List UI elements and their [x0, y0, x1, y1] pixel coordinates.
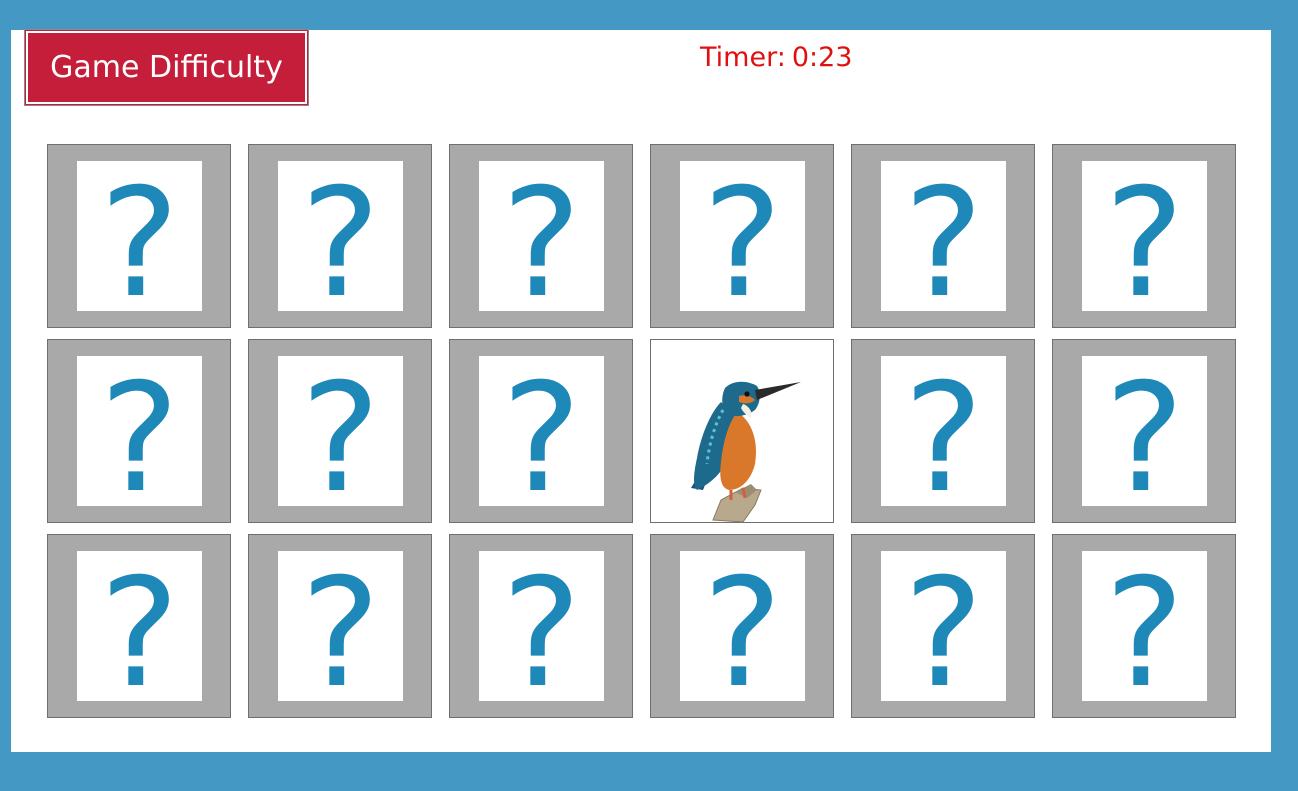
memory-card-hidden[interactable]: ? — [248, 144, 432, 328]
timer-value: 0:23 — [791, 42, 853, 73]
memory-card-hidden[interactable]: ? — [449, 339, 633, 523]
card-face: ? — [881, 161, 1006, 311]
question-mark-icon: ? — [1104, 356, 1185, 506]
memory-card-hidden[interactable]: ? — [1052, 144, 1236, 328]
question-mark-icon: ? — [903, 161, 984, 311]
memory-card-hidden[interactable]: ? — [47, 534, 231, 718]
question-mark-icon: ? — [99, 356, 180, 506]
card-face: ? — [479, 161, 604, 311]
card-face: ? — [278, 356, 403, 506]
memory-card-hidden[interactable]: ? — [650, 144, 834, 328]
memory-card-hidden[interactable]: ? — [449, 144, 633, 328]
card-face: ? — [1082, 356, 1207, 506]
card-face: ? — [680, 551, 805, 701]
card-face: ? — [278, 161, 403, 311]
memory-card-hidden[interactable]: ? — [1052, 339, 1236, 523]
game-difficulty-button[interactable]: Game Difficulty — [24, 29, 309, 106]
question-mark-icon: ? — [702, 161, 783, 311]
memory-card-hidden[interactable]: ? — [47, 144, 231, 328]
card-face: ? — [77, 356, 202, 506]
question-mark-icon: ? — [99, 161, 180, 311]
question-mark-icon: ? — [702, 551, 783, 701]
card-face: ? — [1082, 161, 1207, 311]
memory-card-hidden[interactable]: ? — [851, 339, 1035, 523]
timer: Timer: 0:23 — [700, 42, 852, 73]
memory-card-hidden[interactable]: ? — [650, 534, 834, 718]
memory-card-revealed[interactable] — [650, 339, 834, 523]
memory-card-hidden[interactable]: ? — [248, 534, 432, 718]
question-mark-icon: ? — [501, 161, 582, 311]
memory-card-hidden[interactable]: ? — [1052, 534, 1236, 718]
memory-card-hidden[interactable]: ? — [851, 144, 1035, 328]
question-mark-icon: ? — [1104, 551, 1185, 701]
memory-card-hidden[interactable]: ? — [47, 339, 231, 523]
card-face: ? — [278, 551, 403, 701]
card-face: ? — [881, 356, 1006, 506]
card-face: ? — [479, 551, 604, 701]
question-mark-icon: ? — [300, 356, 381, 506]
memory-card-hidden[interactable]: ? — [851, 534, 1035, 718]
question-mark-icon: ? — [99, 551, 180, 701]
memory-card-hidden[interactable]: ? — [449, 534, 633, 718]
memory-card-hidden[interactable]: ? — [248, 339, 432, 523]
question-mark-icon: ? — [501, 356, 582, 506]
question-mark-icon: ? — [300, 161, 381, 311]
card-face: ? — [1082, 551, 1207, 701]
card-face: ? — [77, 161, 202, 311]
card-face: ? — [680, 161, 805, 311]
timer-label: Timer: — [700, 42, 786, 73]
card-face: ? — [479, 356, 604, 506]
question-mark-icon: ? — [1104, 161, 1185, 311]
kingfisher-image — [691, 381, 801, 522]
card-face: ? — [77, 551, 202, 701]
question-mark-icon: ? — [903, 551, 984, 701]
card-face: ? — [881, 551, 1006, 701]
question-mark-icon: ? — [501, 551, 582, 701]
question-mark-icon: ? — [903, 356, 984, 506]
question-mark-icon: ? — [300, 551, 381, 701]
